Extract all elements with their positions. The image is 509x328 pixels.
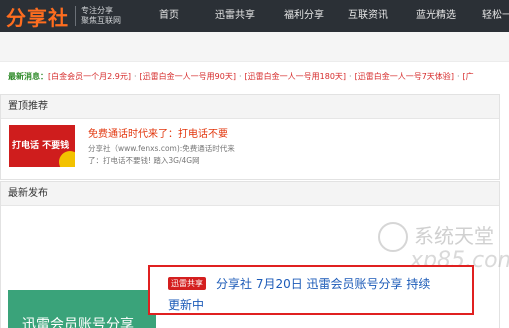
slogan-line-1: 专注分享 <box>81 6 113 15</box>
nav-item-welfare[interactable]: 福利分享 <box>278 0 343 32</box>
callout-title-continued[interactable]: 更新中 <box>168 296 204 313</box>
ticker-link[interactable]: 迅雷白金一人一号7天体验 <box>358 72 451 81</box>
phone-icon <box>59 151 75 167</box>
ticker-link[interactable]: 白金会员一个月2.9元 <box>51 72 128 81</box>
thumbnail-caption: 打电话 不要钱 <box>12 141 70 151</box>
ticker-link[interactable]: 迅雷白金一人一号用90天 <box>143 72 233 81</box>
post-description: 分享社（www.fenxs.com):免费通话时代来了：打电话不要钱! 踏入3G… <box>88 144 235 165</box>
pinned-panel: 置顶推荐 打电话 不要钱 免费通话时代来了：打电话不要 分享社（www.fenx… <box>0 94 500 180</box>
highlighted-post[interactable]: 迅雷共享 分享社 7月20日 迅雷会员账号分享 持续 更新中 <box>148 265 474 315</box>
site-logo[interactable]: 分享社 专注分享 聚焦互联网 <box>6 0 121 32</box>
banner-caption: 迅雷会员账号分享 <box>22 317 134 328</box>
nav-item-xunlei-share[interactable]: 迅雷共享 <box>200 0 278 32</box>
pinned-heading: 置顶推荐 <box>1 95 499 119</box>
ticker-link[interactable]: 迅雷白金一人一号用180天 <box>248 72 343 81</box>
category-badge[interactable]: 迅雷共享 <box>168 277 206 290</box>
nav-item-news[interactable]: 互联资讯 <box>343 0 408 32</box>
nav-item-fun[interactable]: 轻松一刻 <box>476 0 509 32</box>
main-nav: 首页 迅雷共享 福利分享 互联资讯 蓝光精选 轻松一刻 <box>145 0 509 32</box>
ticker-link[interactable]: 广 <box>466 72 474 81</box>
news-ticker: 最新消息：[白金会员一个月2.9元] · [迅雷白金一人一号用90天] · [迅雷白金一… <box>8 72 474 81</box>
watermark-logo-icon <box>378 222 408 252</box>
logo-slogan: 专注分享 聚焦互联网 <box>81 6 121 26</box>
nav-item-bluray[interactable]: 蓝光精选 <box>408 0 476 32</box>
nav-item-home[interactable]: 首页 <box>145 0 200 32</box>
sub-bar <box>0 32 509 62</box>
post-title-link[interactable]: 免费通话时代来了：打电话不要 <box>88 125 228 140</box>
post-thumbnail[interactable]: 打电话 不要钱 <box>9 125 75 167</box>
post-banner[interactable]: 迅雷会员账号分享 <box>8 290 156 328</box>
ticker-label: 最新消息： <box>8 72 48 81</box>
latest-heading: 最新发布 <box>1 182 499 206</box>
watermark-text: 系统天堂 <box>414 224 494 248</box>
top-header: 分享社 专注分享 聚焦互联网 首页 迅雷共享 福利分享 互联资讯 蓝光精选 轻松… <box>0 0 509 32</box>
callout-title-link[interactable]: 分享社 7月20日 迅雷会员账号分享 持续 <box>216 275 430 292</box>
logo-text: 分享社 <box>6 5 69 30</box>
logo-divider <box>75 6 76 26</box>
slogan-line-2: 聚焦互联网 <box>81 16 121 25</box>
